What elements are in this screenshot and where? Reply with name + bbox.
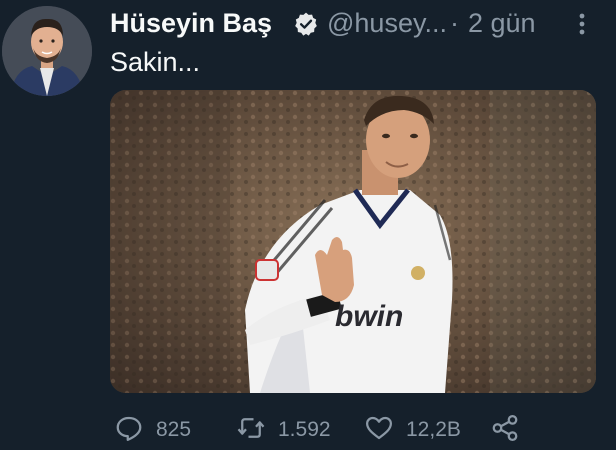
jersey-sponsor-text: bwin [335,300,403,333]
share-button[interactable] [490,410,520,450]
heart-icon [364,413,394,448]
separator-dot: · [450,8,459,38]
share-icon [490,413,520,448]
reply-button[interactable]: 825 [114,410,191,450]
tweet-timestamp[interactable]: 2 gün [468,4,536,42]
more-vertical-icon[interactable] [577,12,587,36]
tweet-actions: 825 1.592 12,2B [110,410,610,450]
author-handle[interactable]: @husey... [327,4,447,42]
retweet-icon [236,413,266,448]
tweet-text: Sakin... [110,47,201,77]
retweet-button[interactable]: 1.592 [236,410,331,450]
retweet-count: 1.592 [278,418,331,441]
verified-badge-icon [293,11,319,37]
reply-icon [114,413,144,448]
tweet-header: Hüseyin Baş @husey... · 2 gün [110,4,610,44]
like-count: 12,2B [406,418,461,441]
tweet[interactable]: Hüseyin Baş @husey... · 2 gün Sakin... b… [0,0,616,450]
like-button[interactable]: 12,2B [364,410,461,450]
reply-count: 825 [156,418,192,441]
tweet-media-image[interactable]: bwin [110,90,596,393]
avatar[interactable] [2,6,92,96]
author-name[interactable]: Hüseyin Baş [110,4,272,42]
